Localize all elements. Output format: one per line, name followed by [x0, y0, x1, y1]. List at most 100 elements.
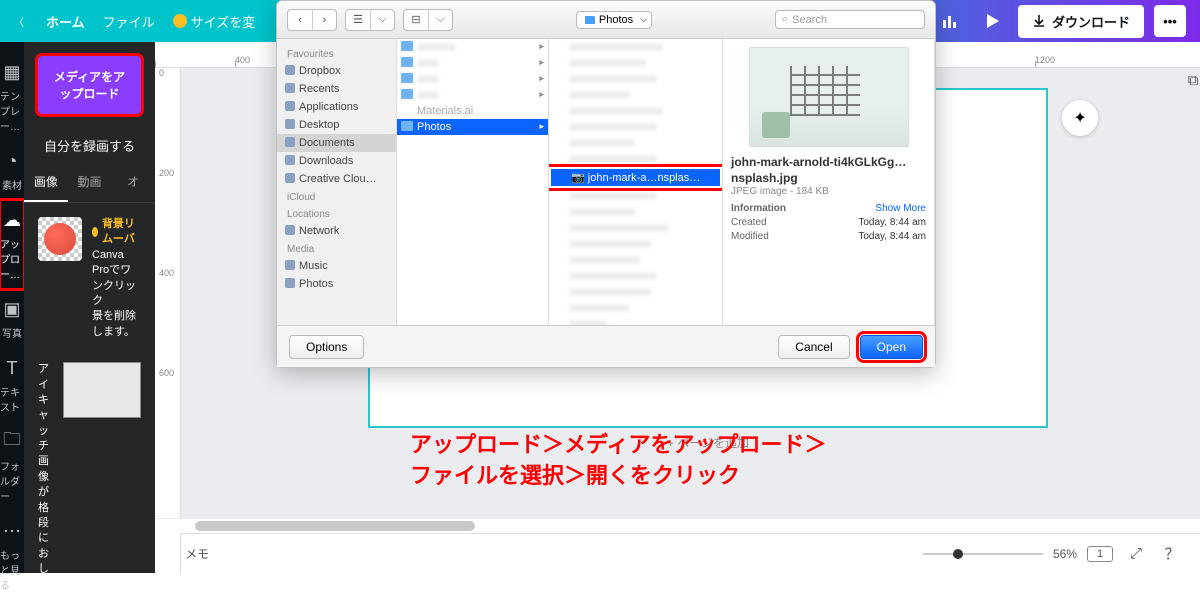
file-item[interactable]: xxxxxxxxxxx	[549, 87, 722, 103]
preview-subtitle: JPEG image - 184 KB	[731, 186, 926, 197]
group-dropdown-icon[interactable]: ⌵	[428, 10, 452, 30]
more-icon: ⋯	[0, 519, 24, 543]
file-item[interactable]: xxxxxxxxxxxxxxx	[549, 236, 722, 252]
cancel-button[interactable]: Cancel	[778, 335, 849, 359]
file-item[interactable]: xxxxxxxxxxxxxxxx	[549, 71, 722, 87]
resize-button[interactable]: サイズを変	[173, 12, 256, 31]
upload-media-button[interactable]: メディアをアップロード	[38, 56, 141, 114]
sidebar-item-network[interactable]: Network	[277, 222, 396, 240]
forward-icon[interactable]: ›	[312, 10, 336, 30]
crown-icon	[173, 14, 187, 28]
file-item[interactable]: xxxx	[397, 55, 548, 71]
file-item[interactable]: xxxxxxxxxxxxxxx	[549, 284, 722, 300]
sidebar-heading-locations: Locations	[277, 205, 396, 222]
page-indicator[interactable]: 1	[1087, 546, 1113, 562]
sidebar-item-music[interactable]: Music	[277, 257, 396, 275]
rail-text[interactable]: Tテキスト	[0, 348, 24, 422]
folder-popup[interactable]: Photos	[576, 11, 652, 29]
sidebar-item-documents[interactable]: Documents	[277, 134, 396, 152]
file-item[interactable]: xxxxxxx	[549, 316, 722, 325]
sidebar-heading-media: Media	[277, 240, 396, 257]
file-item[interactable]: xxxxxxx	[397, 39, 548, 55]
text-icon: T	[0, 356, 24, 380]
rail-upload[interactable]: ☁アップロー…	[0, 200, 24, 289]
sidebar-item-dropbox[interactable]: Dropbox	[277, 62, 396, 80]
file-item[interactable]: xxxxxxxxxxxxxxxx	[549, 119, 722, 135]
rail-photos[interactable]: ▣写真	[0, 289, 24, 348]
left-rail: ▦テンプレー… ◔素材 ☁アップロー… ▣写真 Tテキスト 🗀フォルダー ⋯もっ…	[0, 42, 24, 573]
file-menu[interactable]: ファイル	[103, 12, 155, 31]
file-item-photos[interactable]: Photos	[397, 119, 548, 135]
sidebar-item-recents[interactable]: Recents	[277, 80, 396, 98]
tab-image[interactable]: 画像	[24, 163, 68, 202]
ai-suggest-button[interactable]: ✦	[1062, 100, 1098, 136]
help-icon[interactable]: ？	[1159, 543, 1185, 564]
back-icon[interactable]: ‹	[288, 10, 312, 30]
page-toolbar: ⧉ ⊕	[1188, 72, 1200, 90]
file-item[interactable]: xxxxxxxxxxxxxxxxx	[549, 103, 722, 119]
group-segment[interactable]: ⊟⌵	[403, 9, 453, 31]
column-view-icon[interactable]: ☰	[346, 10, 370, 30]
zoom-slider[interactable]	[923, 553, 1043, 555]
finder-column-2: xxxxxxxxxxxxxxxxx xxxxxxxxxxxxxx xxxxxxx…	[549, 39, 723, 325]
bg-remover-thumb	[38, 217, 82, 261]
fullscreen-icon[interactable]: ⤢	[1123, 545, 1149, 562]
rail-more[interactable]: ⋯もっと見る	[0, 511, 24, 600]
file-item-selected[interactable]: 📷 john-mark-a…nsplash.jpg	[551, 169, 720, 186]
play-icon[interactable]	[976, 5, 1008, 37]
tab-video[interactable]: 動画	[68, 163, 112, 202]
template-icon: ▦	[0, 60, 24, 84]
nav-back-forward[interactable]: ‹›	[287, 9, 337, 31]
show-more-link[interactable]: Show More	[875, 203, 926, 214]
finder-sidebar: Favourites Dropbox Recents Applications …	[277, 39, 397, 325]
list-item[interactable]: アイキャッチ画像が 格段におしゃれになる 文字入れ のコツ16個	[38, 362, 141, 573]
grid-view-icon[interactable]: ▦	[1195, 545, 1200, 563]
back-chevron-icon[interactable]: 〈	[14, 14, 24, 29]
list-thumb	[63, 362, 141, 418]
view-dropdown-icon[interactable]: ⌵	[370, 10, 394, 30]
sidebar-item-creativecloud[interactable]: Creative Clou…	[277, 170, 396, 188]
zoom-value: 56%	[1053, 547, 1077, 561]
open-button[interactable]: Open	[860, 335, 923, 359]
duplicate-page-icon[interactable]: ⧉	[1188, 72, 1199, 90]
home-link[interactable]: ホーム	[46, 12, 85, 31]
file-item-materials[interactable]: Materials.ai	[397, 103, 548, 119]
upload-tabs: 画像 動画 オ	[24, 163, 155, 203]
file-item[interactable]: xxxxxxxxxxxxxxxx	[549, 188, 722, 204]
rail-folder[interactable]: 🗀フォルダー	[0, 422, 24, 511]
sidebar-item-applications[interactable]: Applications	[277, 98, 396, 116]
file-item[interactable]: xxxxxxxxxxxxxxxxx	[549, 39, 722, 55]
photo-icon: ▣	[0, 297, 24, 321]
chart-icon[interactable]	[934, 5, 966, 37]
file-item[interactable]: xxxx	[397, 71, 548, 87]
info-val-created: Today, 8:44 am	[858, 217, 926, 228]
preview-thumbnail	[749, 47, 909, 147]
file-item[interactable]: xxxxxxxxxxxx	[549, 204, 722, 220]
file-item[interactable]: xxxxxxxxxxxxxxxxxx	[549, 220, 722, 236]
rail-template[interactable]: ▦テンプレー…	[0, 52, 24, 141]
cloud-upload-icon: ☁	[0, 208, 24, 232]
file-item[interactable]: xxxxxxxxxxxxxxxx	[549, 268, 722, 284]
sidebar-item-downloads[interactable]: Downloads	[277, 152, 396, 170]
download-button[interactable]: ダウンロード	[1018, 5, 1144, 38]
options-button[interactable]: Options	[289, 335, 364, 359]
bg-remover-promo[interactable]: 背景リムーバ Canva Proでワンクリック 景を削除します。	[24, 203, 155, 354]
file-item[interactable]: xxxxxxxxxxxx	[549, 135, 722, 151]
file-item[interactable]: xxxxxxxxxxxxx	[549, 252, 722, 268]
tab-audio[interactable]: オ	[111, 163, 155, 202]
record-self-button[interactable]: 自分を録画する	[24, 128, 155, 163]
more-button[interactable]: •••	[1154, 5, 1186, 37]
search-field[interactable]: ⌕Search	[775, 10, 925, 29]
sidebar-heading-favourites: Favourites	[277, 45, 396, 62]
rail-elements[interactable]: ◔素材	[0, 141, 24, 200]
sidebar-item-photos[interactable]: Photos	[277, 275, 396, 293]
file-item[interactable]: xxxx	[397, 87, 548, 103]
h-scrollbar[interactable]	[155, 518, 1200, 533]
file-item[interactable]: xxxxxxxxxxx	[549, 300, 722, 316]
file-item[interactable]: xxxxxxxxxxxxxxxx	[549, 151, 722, 167]
crown-icon	[92, 227, 98, 237]
group-icon[interactable]: ⊟	[404, 10, 428, 30]
file-item[interactable]: xxxxxxxxxxxxxx	[549, 55, 722, 71]
sidebar-item-desktop[interactable]: Desktop	[277, 116, 396, 134]
view-mode-segment[interactable]: ☰⌵	[345, 9, 395, 31]
